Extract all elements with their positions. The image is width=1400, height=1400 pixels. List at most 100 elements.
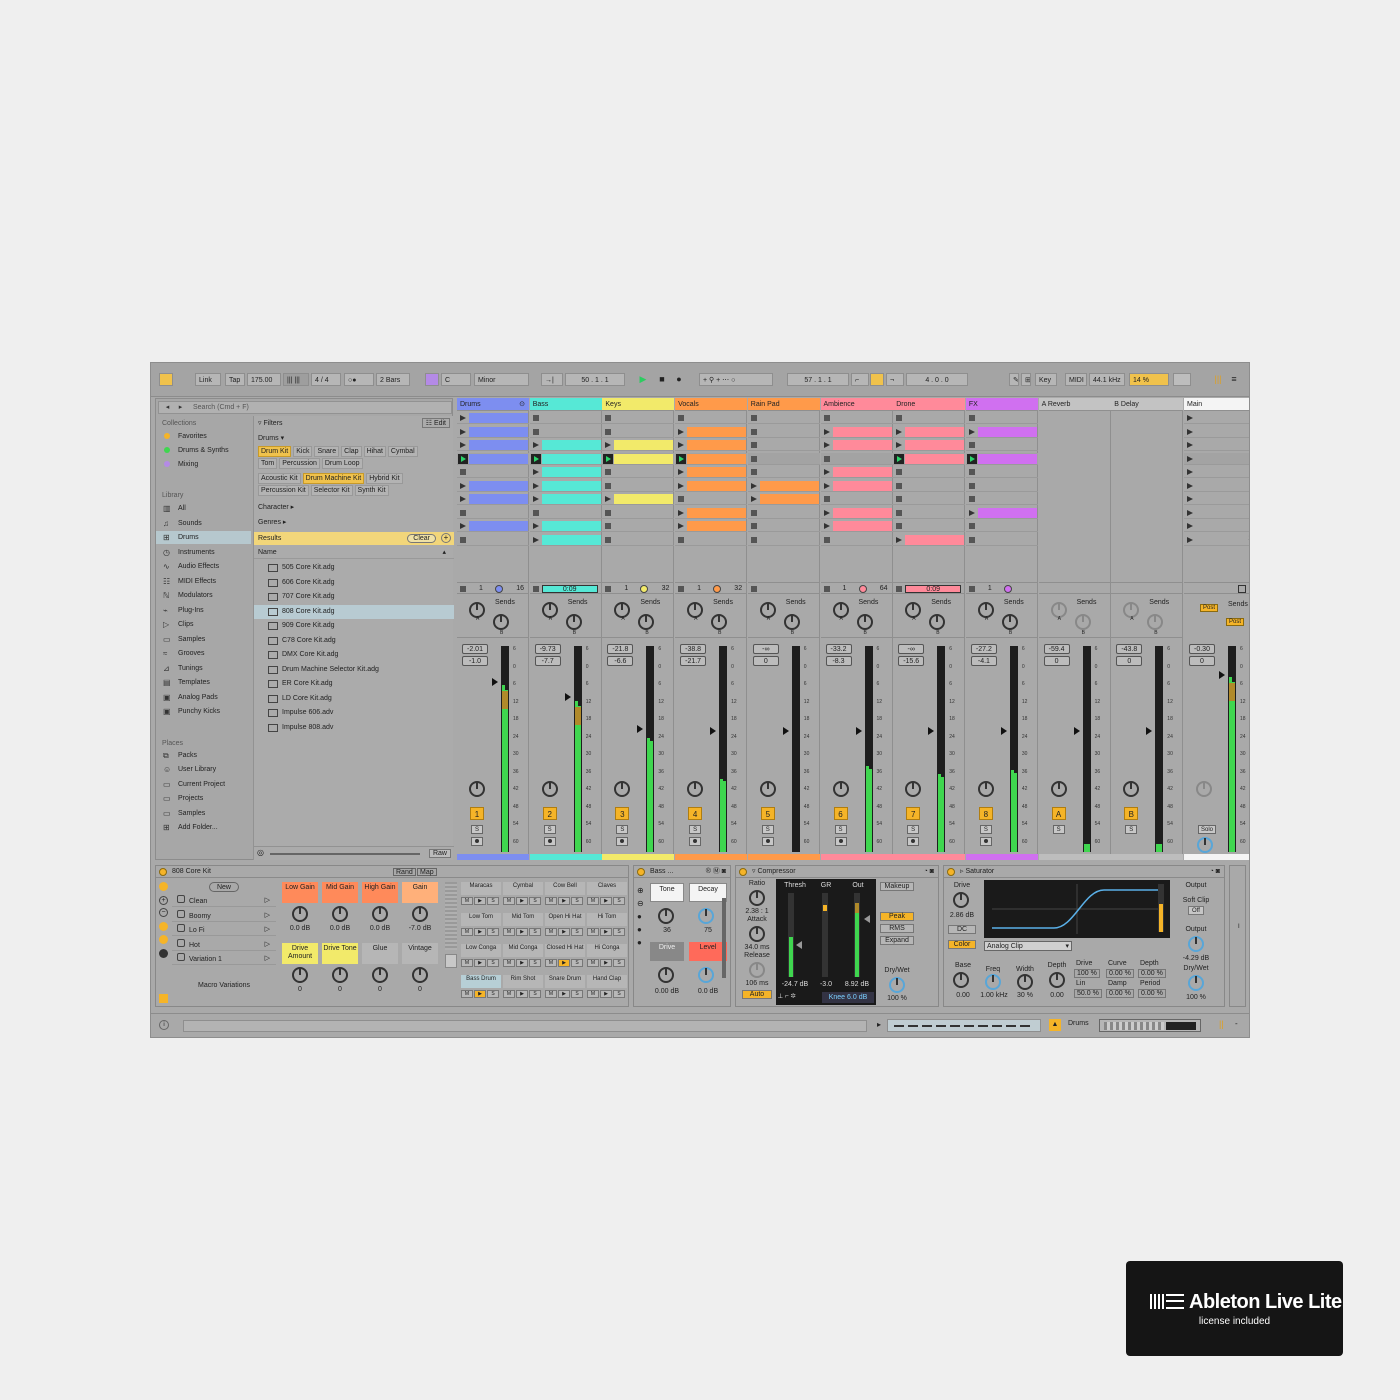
tag-hihat[interactable]: Hihat [363, 446, 386, 457]
pad-play-icon[interactable]: ▶ [516, 959, 528, 967]
search-bar[interactable]: ◂ ▸ Search (Cmd + F) [158, 401, 452, 414]
clip-stop-icon[interactable] [896, 469, 903, 475]
tag-hybrid-kit[interactable]: Hybrid Kit [366, 473, 403, 484]
scene-launch-icon[interactable] [1187, 482, 1193, 489]
track-activator-button[interactable]: A [1051, 807, 1066, 820]
playing-clip-icon[interactable] [966, 453, 977, 464]
clip[interactable] [687, 480, 747, 491]
pad-solo-button[interactable]: S [529, 990, 541, 998]
pad-play-icon[interactable]: ▶ [600, 897, 612, 905]
scene-slot[interactable]: 1 [1184, 412, 1249, 424]
variation-item[interactable]: Hot ▷ [172, 938, 276, 951]
clip-stop-icon[interactable] [750, 442, 757, 448]
volume-field[interactable]: -59.4 [1043, 644, 1070, 654]
pan-knob[interactable] [614, 781, 631, 797]
pad-solo-button[interactable]: S [613, 928, 625, 936]
library-templates[interactable]: ▤ Templates [156, 676, 251, 689]
clip-slot[interactable] [893, 507, 966, 519]
expand-button[interactable]: Expand [880, 936, 914, 945]
solo-button[interactable]: S [543, 825, 556, 834]
clip[interactable] [977, 426, 1037, 437]
pad-mute-button[interactable]: M [587, 990, 599, 998]
drum-pad[interactable]: Open Hi Hat [545, 913, 585, 926]
volume-field[interactable]: -33.2 [825, 644, 852, 654]
clip-slot[interactable] [675, 452, 748, 465]
solo-button[interactable]: S [761, 825, 774, 834]
thresh-meter[interactable] [788, 893, 794, 977]
dry-wet-knob[interactable] [889, 977, 905, 993]
device-options-icon[interactable]: ◔ ◙ [924, 866, 934, 878]
sat-drive-knob[interactable] [953, 892, 969, 908]
clip-slot[interactable] [529, 439, 602, 451]
clip-launch-icon[interactable] [532, 482, 539, 489]
pad-play-icon[interactable]: ▶ [474, 990, 486, 998]
clip-launch-icon[interactable] [823, 523, 830, 529]
pad-mute-button[interactable]: M [461, 897, 473, 905]
clip-slot[interactable] [820, 520, 893, 532]
clip-slot[interactable] [675, 426, 748, 438]
pad-solo-button[interactable]: S [529, 959, 541, 967]
clip[interactable] [469, 413, 528, 423]
damp-value[interactable]: 0.00 % [1106, 989, 1134, 998]
drum-pad[interactable]: Hand Clap [587, 975, 627, 988]
clip-stop-icon[interactable] [605, 523, 612, 529]
place-projects[interactable]: ▭ Projects [156, 792, 251, 805]
stop-clips-icon[interactable] [605, 586, 612, 592]
volume-fader-icon[interactable] [637, 725, 644, 734]
midi-map-button[interactable]: MIDI [1065, 373, 1087, 386]
pad-play-icon[interactable]: ▶ [600, 990, 612, 998]
record-icon[interactable] [1249, 585, 1250, 593]
macro-knob[interactable] [332, 967, 348, 983]
clip-stop-icon[interactable] [460, 469, 466, 475]
clip-stop-icon[interactable] [823, 496, 830, 502]
clip[interactable] [687, 453, 747, 464]
clip[interactable] [977, 507, 1037, 518]
clip-launch-icon[interactable] [896, 442, 903, 448]
stop-clips-icon[interactable] [896, 586, 903, 592]
pad-play-icon[interactable]: ▶ [600, 959, 612, 967]
track-title[interactable]: A Reverb [1038, 398, 1111, 411]
clip-launch-icon[interactable] [460, 496, 466, 502]
clip-launch-icon[interactable] [532, 442, 539, 448]
record-arm-button[interactable] [907, 837, 920, 846]
depth-knob[interactable] [1049, 972, 1065, 988]
sat-dry-wet-knob[interactable] [1188, 975, 1204, 991]
metronome-icon[interactable]: ○● [344, 373, 374, 386]
stop-clips-icon[interactable] [678, 586, 685, 592]
variation-select-icon[interactable] [177, 909, 185, 918]
post-button[interactable]: Post [1226, 618, 1245, 626]
record-arm-button[interactable] [543, 837, 556, 846]
clip-slot[interactable] [602, 493, 675, 505]
clip-launch-icon[interactable] [678, 482, 685, 489]
send-b-knob[interactable] [783, 614, 800, 630]
curve-value[interactable]: 0.00 % [1106, 969, 1134, 978]
scene-launch-icon[interactable] [1187, 496, 1193, 502]
clip-slot[interactable] [529, 520, 602, 532]
clip-stop-icon[interactable] [750, 536, 757, 543]
clip-slot[interactable] [675, 534, 748, 546]
pad-mute-button[interactable]: M [461, 959, 473, 967]
character-filter-group[interactable]: Character ▸ [258, 502, 294, 513]
pad-solo-button[interactable]: S [571, 897, 583, 905]
clip-launch-icon[interactable] [460, 428, 466, 435]
collection-favorites[interactable]: Favorites [156, 430, 251, 443]
tap-button[interactable]: Tap [225, 373, 245, 386]
clip-slot[interactable] [747, 412, 820, 424]
drum-pad[interactable]: Cow Bell [545, 882, 585, 895]
clip-stop-icon[interactable] [678, 496, 685, 502]
cue-volume-knob[interactable] [1197, 837, 1213, 853]
clip[interactable] [832, 507, 892, 518]
width-knob[interactable] [1017, 974, 1033, 990]
tag-percussion-kit[interactable]: Percussion Kit [258, 485, 309, 496]
scene-launch-icon[interactable] [1187, 536, 1193, 543]
volume-field[interactable]: -∞ [898, 644, 925, 654]
result-item[interactable]: LD Core Kit.adg [254, 692, 454, 706]
clip-play-icon[interactable]: ▸ [877, 1020, 881, 1029]
clip[interactable] [832, 467, 892, 477]
library-tunings[interactable]: ⊿ Tunings [156, 662, 251, 675]
clip-slot[interactable] [893, 466, 966, 478]
pad-solo-button[interactable]: S [571, 990, 583, 998]
draw-mode-icon[interactable]: ✎ [1009, 373, 1019, 386]
clip-stop-icon[interactable] [968, 496, 975, 502]
playing-clip-icon[interactable] [894, 453, 905, 464]
